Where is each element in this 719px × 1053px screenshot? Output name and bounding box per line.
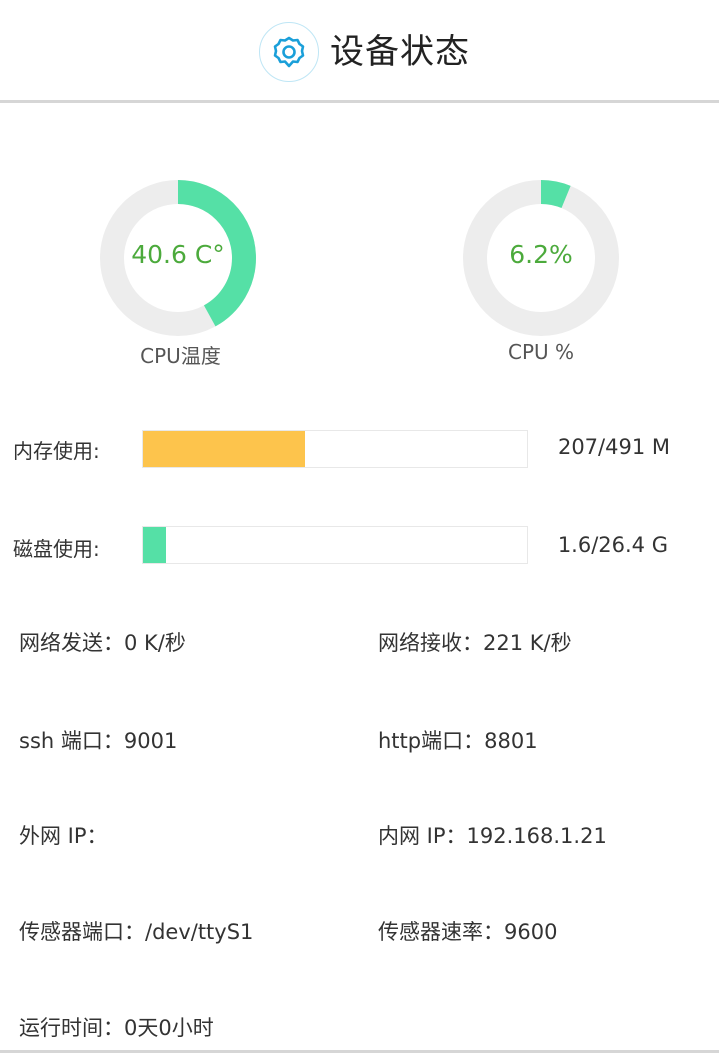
memory-bar bbox=[142, 430, 528, 468]
ssh-port-text: ssh 端口：9001 bbox=[19, 729, 178, 753]
disk-label: 磁盘使用: bbox=[13, 537, 100, 561]
http-port-text: http端口：8801 bbox=[378, 729, 538, 753]
uptime-text: 运行时间：0天0小时 bbox=[19, 1016, 214, 1040]
disk-value: 1.6/26.4 G bbox=[557, 533, 668, 557]
lan-ip-text: 内网 IP：192.168.1.21 bbox=[378, 824, 607, 848]
sensor-port-text: 传感器端口：/dev/ttyS1 bbox=[19, 920, 254, 944]
net-recv-text: 网络接收：221 K/秒 bbox=[378, 631, 572, 655]
app-header: 设备状态 bbox=[0, 0, 719, 103]
net-send-text: 网络发送：0 K/秒 bbox=[19, 631, 186, 655]
page-title: 设备状态 bbox=[330, 32, 470, 72]
memory-bar-fill bbox=[143, 431, 305, 467]
disk-bar-fill bbox=[143, 527, 167, 563]
cpu-temp-gauge: 40.6 C° bbox=[98, 178, 258, 338]
wan-ip-text: 外网 IP： bbox=[19, 824, 108, 848]
cpu-usage-label: CPU % bbox=[507, 340, 575, 364]
memory-label: 内存使用: bbox=[13, 439, 100, 463]
sensor-rate-text: 传感器速率：9600 bbox=[378, 920, 558, 944]
disk-bar bbox=[142, 526, 528, 564]
cpu-usage-value: 6.2% bbox=[509, 240, 573, 269]
cpu-temp-label: CPU温度 bbox=[140, 344, 221, 368]
memory-value: 207/491 M bbox=[557, 435, 670, 459]
gear-icon[interactable] bbox=[259, 22, 319, 82]
cpu-usage-gauge: 6.2% bbox=[461, 178, 621, 338]
cpu-temp-value: 40.6 C° bbox=[131, 240, 225, 269]
